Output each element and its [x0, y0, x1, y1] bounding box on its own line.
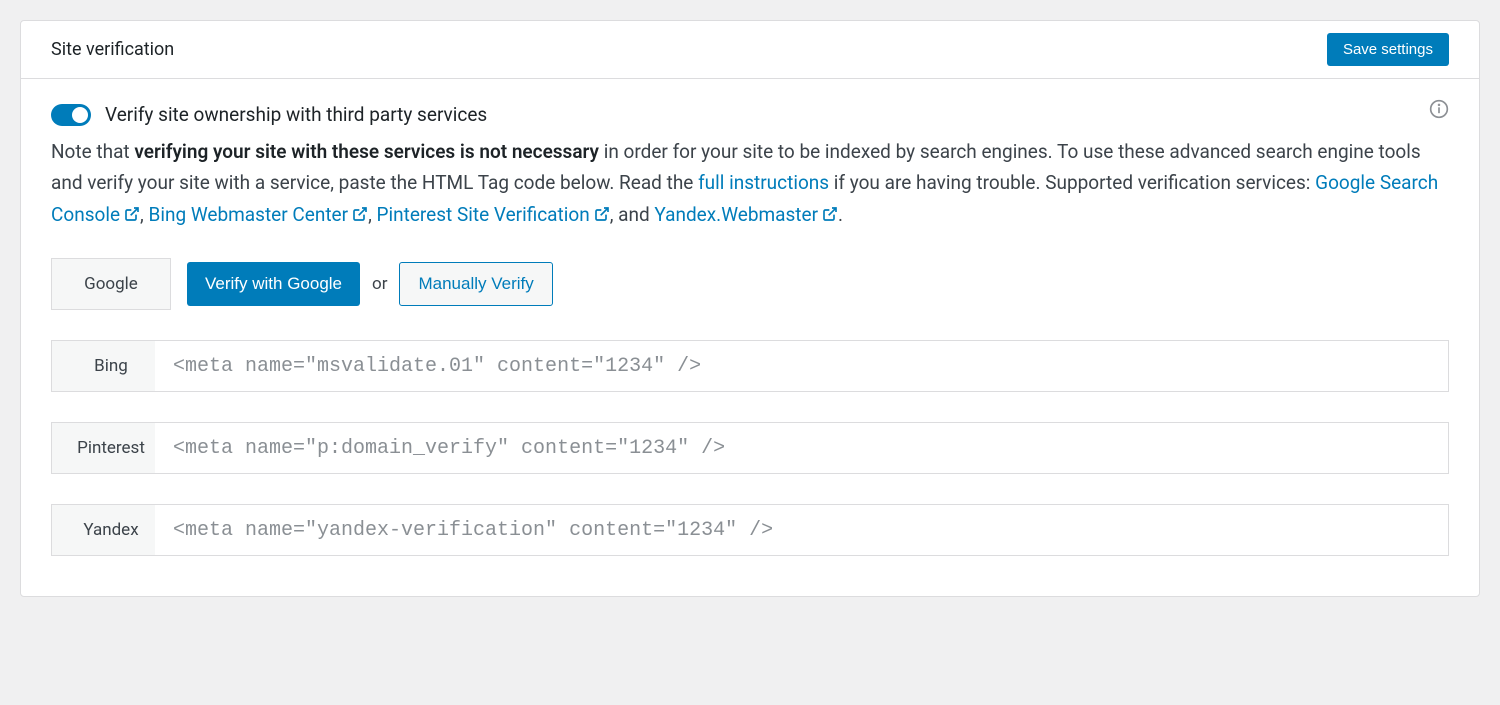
- external-link-icon: [124, 206, 140, 222]
- panel-body: Verify site ownership with third party s…: [21, 79, 1479, 596]
- manually-verify-button[interactable]: Manually Verify: [399, 262, 552, 306]
- external-link-icon: [822, 206, 838, 222]
- bing-webmaster-link[interactable]: Bing Webmaster Center: [149, 203, 369, 226]
- bing-label: Bing: [51, 340, 171, 392]
- google-label: Google: [51, 258, 171, 310]
- save-settings-button[interactable]: Save settings: [1327, 33, 1449, 66]
- external-link-icon: [352, 206, 368, 222]
- verify-with-google-button[interactable]: Verify with Google: [187, 262, 360, 306]
- yandex-webmaster-link[interactable]: Yandex.Webmaster: [654, 203, 838, 226]
- pinterest-row: Pinterest: [51, 422, 1449, 474]
- desc-sep2: ,: [368, 203, 376, 226]
- pinterest-verification-link[interactable]: Pinterest Site Verification: [377, 203, 610, 226]
- desc-part3: if you are having trouble. Supported ver…: [829, 171, 1315, 194]
- yandex-label: Yandex: [51, 504, 171, 556]
- info-icon[interactable]: [1429, 99, 1449, 119]
- description-text: Note that verifying your site with these…: [51, 136, 1449, 230]
- desc-end: .: [838, 203, 843, 226]
- or-text: or: [372, 274, 387, 294]
- bing-input[interactable]: [155, 340, 1449, 392]
- desc-bold: verifying your site with these services …: [134, 140, 599, 163]
- panel-header: Site verification Save settings: [21, 21, 1479, 79]
- pinterest-label: Pinterest: [51, 422, 171, 474]
- yandex-row: Yandex: [51, 504, 1449, 556]
- toggle-knob: [72, 107, 88, 123]
- bing-row: Bing: [51, 340, 1449, 392]
- desc-sep3: , and: [610, 203, 655, 226]
- google-content: Verify with Google or Manually Verify: [171, 258, 1449, 310]
- google-row: Google Verify with Google or Manually Ve…: [51, 258, 1449, 310]
- site-verification-panel: Site verification Save settings Verify s…: [20, 20, 1480, 597]
- full-instructions-link[interactable]: full instructions: [698, 171, 829, 194]
- verify-toggle[interactable]: [51, 104, 91, 126]
- yandex-input[interactable]: [155, 504, 1449, 556]
- external-link-icon: [594, 206, 610, 222]
- toggle-label: Verify site ownership with third party s…: [105, 103, 487, 126]
- pinterest-input[interactable]: [155, 422, 1449, 474]
- panel-title: Site verification: [51, 39, 174, 60]
- toggle-row: Verify site ownership with third party s…: [51, 103, 1449, 126]
- desc-part1: Note that: [51, 140, 134, 163]
- desc-sep1: ,: [140, 203, 148, 226]
